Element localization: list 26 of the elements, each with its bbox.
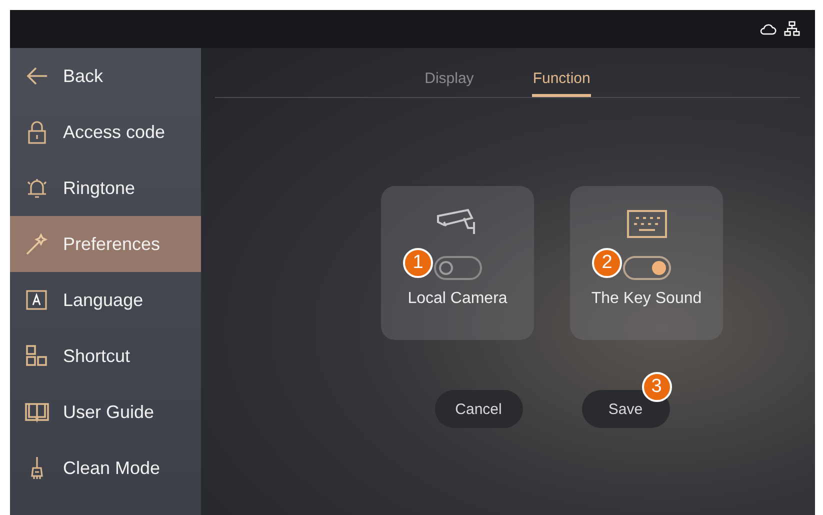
callout-number: 3 bbox=[642, 372, 672, 402]
tab[interactable]: Function bbox=[532, 70, 592, 97]
blocks-icon bbox=[25, 344, 49, 368]
letter-a-icon bbox=[25, 288, 49, 312]
sidebar-item[interactable]: Preferences bbox=[10, 216, 201, 272]
keyboard-icon bbox=[624, 208, 668, 240]
action-button[interactable]: Cancel bbox=[434, 390, 522, 428]
toggle-switch[interactable] bbox=[622, 256, 670, 280]
setting-label: The Key Sound bbox=[591, 290, 702, 308]
sidebar-item[interactable]: Access code bbox=[10, 104, 201, 160]
wand-icon bbox=[25, 232, 49, 256]
lock-icon bbox=[25, 120, 49, 144]
sidebar-item[interactable]: Ringtone bbox=[10, 160, 201, 216]
toggle-switch[interactable] bbox=[434, 256, 482, 280]
sidebar-item[interactable]: User Guide bbox=[10, 384, 201, 440]
callout-number: 1 bbox=[403, 248, 433, 278]
tab[interactable]: Display bbox=[424, 70, 475, 97]
callout-number: 2 bbox=[592, 248, 622, 278]
sidebar-item[interactable]: Shortcut bbox=[10, 328, 201, 384]
bell-icon bbox=[25, 176, 49, 200]
setting-label: Local Camera bbox=[408, 290, 508, 308]
sidebar-item[interactable]: Language bbox=[10, 272, 201, 328]
sidebar-item[interactable]: Clean Mode bbox=[10, 440, 201, 496]
book-icon bbox=[25, 400, 49, 424]
sidebar-item[interactable]: Back bbox=[10, 48, 201, 104]
network-icon bbox=[783, 21, 801, 37]
